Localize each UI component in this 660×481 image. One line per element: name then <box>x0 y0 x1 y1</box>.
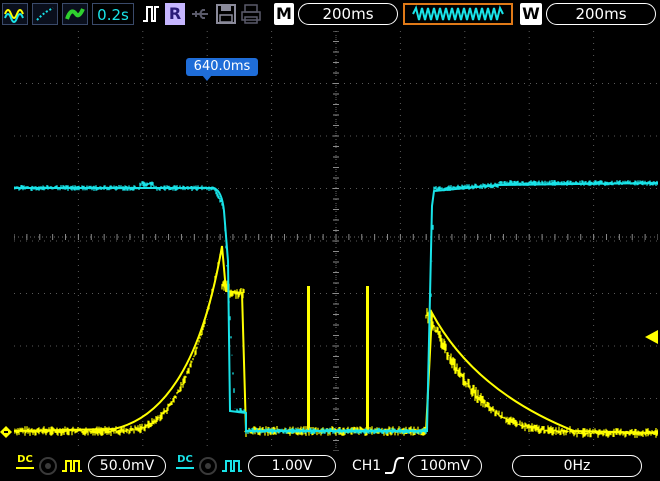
waveform-canvas <box>13 30 659 452</box>
run-state-indicator[interactable]: R <box>165 3 185 25</box>
window-position-bar[interactable] <box>403 3 513 25</box>
memory-timebase-readout[interactable]: 200ms <box>298 3 398 25</box>
ch1-spike <box>366 286 369 431</box>
ch1-scale-readout[interactable]: 50.0mV <box>88 455 166 477</box>
trigger-position-arrow-icon <box>202 75 212 81</box>
frequency-readout[interactable]: 0Hz <box>512 455 642 477</box>
persistence-icon[interactable] <box>62 3 88 25</box>
bottom-status-bar: DC 50.0mV DC 1.00V CH1 100mV 0Hz <box>0 451 660 480</box>
pulse-trigger-icon[interactable] <box>141 3 161 25</box>
ch2-bandwidth-limit-icon[interactable] <box>198 455 218 477</box>
trigger-level-marker-icon[interactable] <box>645 330 658 344</box>
usb-icon[interactable] <box>190 3 212 25</box>
sine-wave-icon[interactable] <box>2 3 28 25</box>
window-label: W <box>520 3 542 25</box>
trigger-position-marker[interactable]: 640.0ms <box>186 58 258 76</box>
xy-mode-icon[interactable] <box>32 3 58 25</box>
trigger-level-readout[interactable]: 100mV <box>408 455 482 477</box>
top-status-bar: 0.2s R M 200ms W 200ms <box>0 0 660 28</box>
ch2-coupling-text: DC <box>177 454 193 465</box>
ch1-coupling-text: DC <box>17 454 33 465</box>
rising-edge-icon[interactable] <box>383 455 405 477</box>
memory-label: M <box>274 3 294 25</box>
ch1-invert-icon[interactable] <box>60 455 84 477</box>
waveform-display[interactable]: 640.0ms <box>13 30 659 452</box>
graticule <box>13 30 659 452</box>
print-icon[interactable] <box>240 3 262 25</box>
window-timebase-readout[interactable]: 200ms <box>546 3 656 25</box>
ch1-coupling-label[interactable]: DC <box>16 455 34 477</box>
ch2-scale-readout[interactable]: 1.00V <box>248 455 336 477</box>
sample-rate-readout[interactable]: 0.2s <box>92 3 134 25</box>
ch1-spike <box>307 286 310 431</box>
ch2-coupling-label[interactable]: DC <box>176 455 194 477</box>
ch2-invert-icon[interactable] <box>220 455 244 477</box>
save-icon[interactable] <box>215 3 237 25</box>
ch1-ground-marker-icon[interactable] <box>0 426 14 438</box>
trigger-source-label[interactable]: CH1 <box>352 455 382 477</box>
bandwidth-limit-icon[interactable] <box>38 455 58 477</box>
